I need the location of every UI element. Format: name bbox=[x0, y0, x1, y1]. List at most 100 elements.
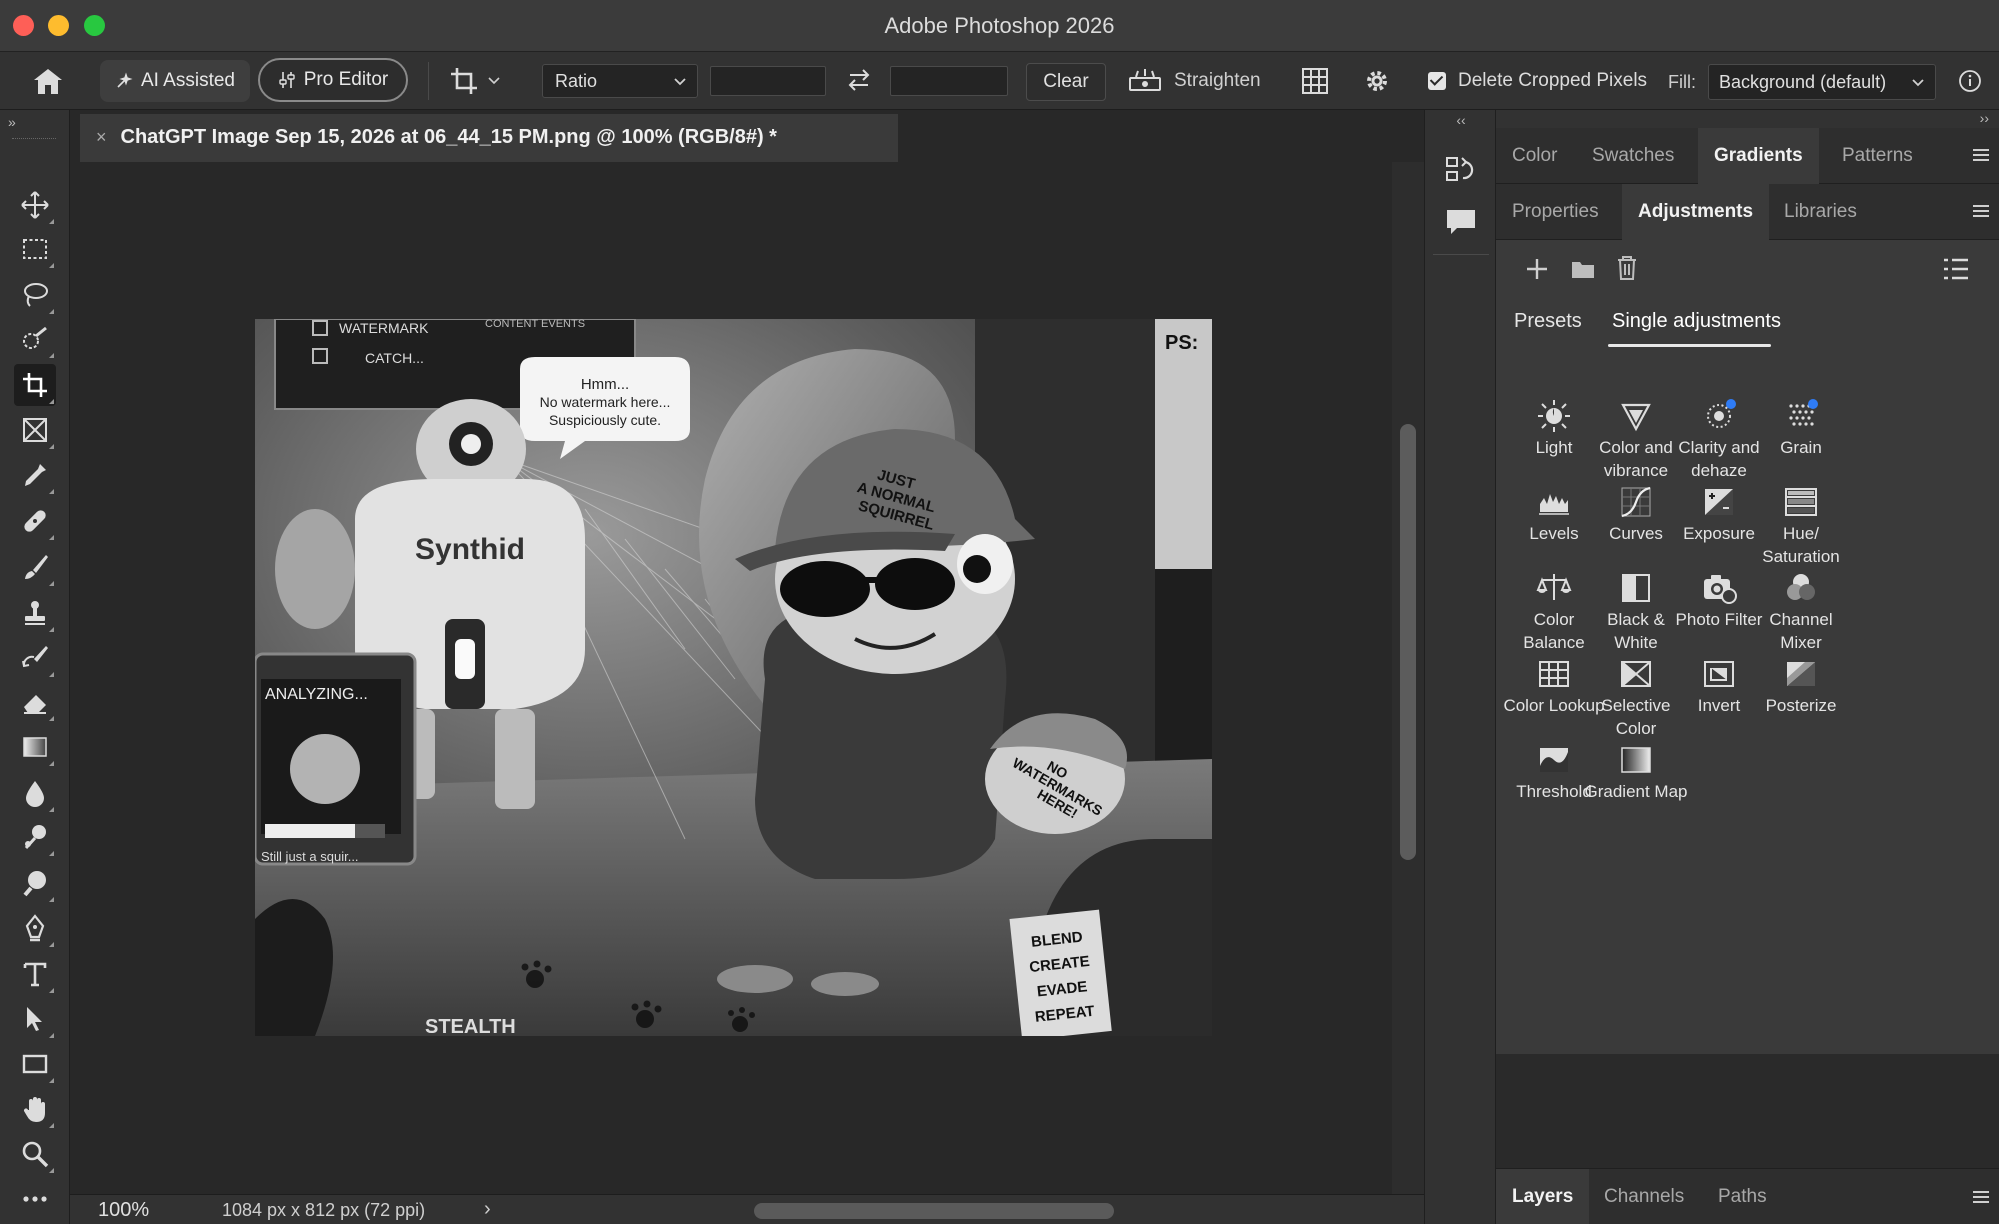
ratio-dropdown[interactable]: Ratio bbox=[542, 64, 698, 98]
hand-tool[interactable] bbox=[14, 1088, 56, 1130]
quick-selection-tool[interactable] bbox=[14, 318, 56, 360]
adjustment-gradient-map[interactable]: Gradient Map bbox=[1584, 742, 1688, 803]
comments-icon[interactable] bbox=[1443, 204, 1479, 240]
adjustment-channel-mixer[interactable]: Channel Mixer bbox=[1749, 570, 1853, 654]
move-tool[interactable] bbox=[14, 184, 56, 226]
add-icon[interactable] bbox=[1524, 256, 1550, 282]
image-artwork: WATERMARK CATCH... CONTENT EVENTS Hmm...… bbox=[255, 319, 1212, 1036]
gradient-tool[interactable] bbox=[14, 726, 56, 768]
sponge-tool[interactable] bbox=[14, 862, 56, 904]
tab-layers[interactable]: Layers bbox=[1496, 1169, 1590, 1224]
path-selection-icon bbox=[27, 1007, 42, 1031]
document-image[interactable]: WATERMARK CATCH... CONTENT EVENTS Hmm...… bbox=[255, 319, 1212, 1036]
tab-properties[interactable]: Properties bbox=[1496, 184, 1615, 240]
history-brush-tool[interactable] bbox=[14, 637, 56, 679]
grain-icon bbox=[1789, 399, 1818, 426]
crop-icon bbox=[451, 68, 477, 94]
frame-tool[interactable] bbox=[14, 409, 56, 451]
dodge-icon bbox=[24, 825, 46, 850]
subtab-single-adjustments[interactable]: Single adjustments bbox=[1612, 310, 1781, 333]
collapse-strip-button[interactable]: ‹‹ bbox=[1425, 112, 1497, 128]
tab-adjustments[interactable]: Adjustments bbox=[1622, 184, 1770, 240]
tab-color[interactable]: Color bbox=[1496, 128, 1573, 184]
document-tab[interactable]: × ChatGPT Image Sep 15, 2026 at 06_44_15… bbox=[80, 114, 898, 162]
ai-assisted-button[interactable]: AI Assisted bbox=[100, 60, 250, 102]
type-tool[interactable] bbox=[14, 953, 56, 995]
clone-stamp-tool[interactable] bbox=[14, 592, 56, 634]
tool-group-indicator bbox=[49, 627, 54, 632]
status-menu-arrow[interactable]: › bbox=[484, 1198, 491, 1221]
ratio-width-input[interactable] bbox=[710, 66, 826, 96]
toolbar-grip[interactable] bbox=[12, 138, 56, 141]
delete-cropped-checkbox[interactable] bbox=[1428, 72, 1446, 90]
exposure-icon bbox=[1705, 489, 1733, 515]
pro-editor-button[interactable]: Pro Editor bbox=[258, 58, 408, 102]
trash-icon[interactable] bbox=[1614, 254, 1640, 282]
eraser-icon bbox=[24, 695, 46, 714]
tab-gradients[interactable]: Gradients bbox=[1698, 128, 1819, 184]
ratio-height-input[interactable] bbox=[890, 66, 1008, 96]
dodge-tool[interactable] bbox=[14, 816, 56, 858]
folder-icon[interactable] bbox=[1570, 256, 1596, 282]
rectangle-tool[interactable] bbox=[14, 1043, 56, 1085]
document-tabs: × ChatGPT Image Sep 15, 2026 at 06_44_15… bbox=[70, 110, 1424, 162]
subtab-presets[interactable]: Presets bbox=[1514, 310, 1582, 333]
swap-icon[interactable] bbox=[846, 66, 872, 94]
clear-button[interactable]: Clear bbox=[1026, 63, 1106, 101]
canvas-area[interactable]: WATERMARK CATCH... CONTENT EVENTS Hmm...… bbox=[70, 162, 1392, 1194]
pen-icon bbox=[25, 914, 45, 942]
tab-swatches[interactable]: Swatches bbox=[1576, 128, 1690, 184]
adjustment-label: Hue/ Saturation bbox=[1762, 524, 1840, 566]
panel-top-strip: ›› bbox=[1496, 110, 1999, 128]
collapse-panels-button[interactable]: ›› bbox=[1980, 110, 1989, 126]
list-view-icon[interactable] bbox=[1942, 256, 1970, 282]
blur-tool[interactable] bbox=[14, 772, 56, 814]
brush-tool[interactable] bbox=[14, 546, 56, 588]
straighten-button[interactable]: Straighten bbox=[1128, 64, 1261, 98]
fill-dropdown[interactable]: Background (default) bbox=[1708, 64, 1936, 100]
path-selection-tool[interactable] bbox=[14, 998, 56, 1040]
marquee-tool[interactable] bbox=[14, 228, 56, 270]
panel-menu-icon[interactable] bbox=[1971, 147, 1991, 163]
adjustment-hue-saturation[interactable]: Hue/ Saturation bbox=[1749, 484, 1853, 568]
panel-menu-icon[interactable] bbox=[1971, 203, 1991, 219]
zoom-level[interactable]: 100% bbox=[98, 1199, 149, 1222]
pen-tool[interactable] bbox=[14, 907, 56, 949]
zoom-tool[interactable] bbox=[14, 1133, 56, 1175]
eraser-tool[interactable] bbox=[14, 681, 56, 723]
tab-channels[interactable]: Channels bbox=[1588, 1169, 1700, 1224]
adjustment-grain[interactable]: Grain bbox=[1749, 398, 1853, 459]
posterize-icon bbox=[1787, 662, 1815, 686]
adjustment-posterize[interactable]: Posterize bbox=[1749, 656, 1853, 717]
fill-label: Fill: bbox=[1668, 72, 1696, 92]
gear-icon[interactable] bbox=[1362, 66, 1392, 96]
tab-patterns[interactable]: Patterns bbox=[1826, 128, 1929, 184]
adjustment-label: Exposure bbox=[1683, 524, 1755, 543]
adjustments-toolbar-bg bbox=[1496, 240, 1999, 296]
vertical-scroll-thumb[interactable] bbox=[1400, 424, 1416, 860]
crop-tool[interactable] bbox=[14, 364, 56, 406]
home-button[interactable] bbox=[30, 66, 66, 96]
vertical-scrollbar[interactable] bbox=[1392, 162, 1424, 1194]
tool-group-indicator bbox=[49, 942, 54, 947]
tool-group-indicator bbox=[49, 309, 54, 314]
close-tab-icon[interactable]: × bbox=[96, 127, 107, 148]
history-icon[interactable] bbox=[1443, 152, 1479, 188]
chevron-down-icon bbox=[488, 77, 500, 85]
more-tools-tool[interactable] bbox=[14, 1178, 56, 1220]
tab-libraries[interactable]: Libraries bbox=[1768, 184, 1873, 240]
lasso-tool[interactable] bbox=[14, 274, 56, 316]
collapse-toolbar-button[interactable]: » bbox=[8, 114, 16, 130]
crop-preset-picker[interactable] bbox=[448, 64, 512, 98]
overlay-grid-icon[interactable] bbox=[1300, 66, 1330, 96]
document-info: 1084 px x 812 px (72 ppi) bbox=[222, 1200, 426, 1220]
tab-paths[interactable]: Paths bbox=[1702, 1169, 1783, 1224]
eyedropper-tool[interactable] bbox=[14, 454, 56, 496]
horizontal-scroll-thumb[interactable] bbox=[754, 1203, 1114, 1219]
delete-cropped-pixels-toggle[interactable]: Delete Cropped Pixels bbox=[1428, 66, 1647, 96]
healing-brush-tool[interactable] bbox=[14, 500, 56, 542]
info-icon[interactable] bbox=[1958, 69, 1982, 93]
panel-menu-icon[interactable] bbox=[1971, 1189, 1991, 1205]
panel-tabs-adjustments: Properties Adjustments Libraries bbox=[1496, 184, 1999, 240]
options-bar: AI Assisted Pro Editor Ratio Clear Strai… bbox=[0, 52, 1999, 110]
